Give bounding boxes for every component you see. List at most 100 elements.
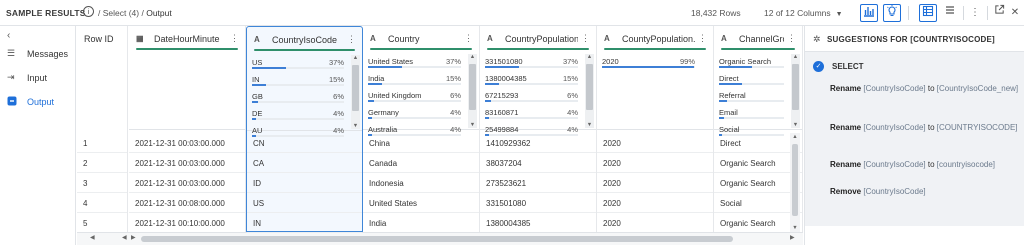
profile-scrollbar[interactable]: ▲ ▼ [791, 54, 800, 128]
table-cell[interactable]: India [363, 213, 479, 233]
table-cell[interactable]: 2021-12-31 00:03:00.000 [129, 173, 245, 193]
scroll-thumb[interactable] [141, 236, 733, 242]
table-cell[interactable]: China [363, 133, 479, 153]
table-cell[interactable]: 331501080 [480, 193, 596, 213]
profile-scrollbar[interactable]: ▲ ▼ [585, 54, 594, 128]
table-cell[interactable]: 1380004385 [480, 213, 596, 233]
scroll-right-icon[interactable]: ▶ [131, 234, 136, 241]
scroll-thumb[interactable] [586, 64, 593, 110]
table-cell[interactable]: 273523621 [480, 173, 596, 193]
column-header[interactable]: ▦ DateHourMinute ⋮ [129, 26, 245, 50]
table-cell[interactable]: ID [247, 173, 362, 193]
grid-icon [922, 5, 934, 17]
table-cell[interactable]: 2020 [597, 153, 713, 173]
column-countrypopulation[interactable]: A CountryPopulation ⋮ 331501080 37% 138000438… [480, 26, 597, 233]
scroll-down-icon[interactable]: ▼ [351, 123, 360, 129]
table-cell[interactable]: IN [247, 213, 362, 233]
column-countryisocode[interactable]: A CountryIsoCode ⋮ US 37% IN 15% GB 6% DE 4% AU 4% ▲ ▼… [246, 26, 363, 233]
column-header[interactable]: Row ID [77, 26, 127, 50]
horizontal-scrollbar[interactable]: ◀ ◀ ▶ ▶ [77, 232, 803, 245]
table-cell[interactable]: 2020 [597, 133, 713, 153]
table-cell[interactable]: Organic Search [714, 153, 802, 173]
scroll-thumb[interactable] [469, 64, 476, 110]
collapse-icon[interactable]: ‹ [7, 30, 10, 41]
table-cell[interactable]: Indonesia [363, 173, 479, 193]
scroll-thumb[interactable] [792, 64, 799, 110]
table-cell[interactable]: Organic Search [714, 173, 802, 193]
columns-dropdown[interactable]: 12 of 12 Columns ▼ [764, 8, 843, 18]
table-cell[interactable]: CA [247, 153, 362, 173]
nav-item-output[interactable]: Output [0, 93, 76, 111]
vertical-scrollbar[interactable]: ▲ ▼ [790, 133, 800, 232]
scroll-thumb[interactable] [792, 144, 798, 216]
suggestion-item[interactable]: Rename [CountryIsoCode] to [COUNTRYISOCO… [830, 122, 1020, 134]
table-cell[interactable]: US [247, 193, 362, 213]
scroll-up-icon[interactable]: ▲ [585, 54, 594, 60]
table-cell[interactable]: 2020 [597, 173, 713, 193]
more-options-icon[interactable]: ⋮ [464, 33, 473, 44]
scroll-left-icon[interactable]: ◀ [122, 234, 127, 241]
table-cell[interactable]: 2021-12-31 00:03:00.000 [129, 133, 245, 153]
suggestion-item[interactable]: Remove [CountryIsoCode] [830, 186, 1020, 198]
scroll-left-icon[interactable]: ◀ [90, 234, 95, 241]
scroll-down-icon[interactable]: ▼ [468, 122, 477, 128]
cell-value: Organic Search [720, 179, 776, 188]
suggestions-button[interactable] [883, 4, 901, 22]
scroll-up-icon[interactable]: ▲ [791, 54, 800, 60]
more-options-icon[interactable]: ⋮ [581, 33, 590, 44]
breadcrumb-path[interactable]: / Select (4) / [98, 8, 144, 18]
profile-value-label: United Kingdom [368, 91, 422, 100]
nav-item-input[interactable]: ⇥ Input [0, 69, 76, 87]
scroll-down-icon[interactable]: ▼ [790, 225, 800, 231]
info-icon[interactable]: i [83, 6, 94, 17]
column-name: CountryIsoCode [272, 35, 338, 45]
column-header[interactable]: A CountryPopulation ⋮ [480, 26, 596, 50]
table-cell[interactable]: 2020 [597, 213, 713, 233]
table-cell[interactable]: 2020 [597, 193, 713, 213]
table-cell[interactable]: CN [247, 133, 362, 153]
table-cell[interactable]: Canada [363, 153, 479, 173]
column-country[interactable]: A Country ⋮ United States 37% India 15% United … [363, 26, 480, 233]
scroll-up-icon[interactable]: ▲ [351, 55, 360, 61]
table-cell[interactable]: 1410929362 [480, 133, 596, 153]
profile-scrollbar[interactable]: ▲ ▼ [468, 54, 477, 128]
profile-value-label: 2020 [602, 57, 619, 66]
profile-bar-fill [719, 83, 742, 85]
profile-scrollbar[interactable]: ▲ ▼ [351, 55, 360, 129]
scroll-down-icon[interactable]: ▼ [791, 122, 800, 128]
column-datehourminute[interactable]: ▦ DateHourMinute ⋮ 2021-12-31 00:03:00.000 2… [129, 26, 246, 233]
table-cell[interactable]: 38037204 [480, 153, 596, 173]
more-options-icon[interactable]: ⋮ [787, 33, 796, 44]
scroll-down-icon[interactable]: ▼ [585, 122, 594, 128]
suggestion-item[interactable]: Rename [CountryIsoCode] to [CountryIsoCo… [830, 83, 1020, 95]
table-cell[interactable]: Organic Search [714, 213, 802, 233]
table-cell[interactable]: 2021-12-31 00:08:00.000 [129, 193, 245, 213]
suggestion-item[interactable]: Rename [CountryIsoCode] to [countryisoco… [830, 159, 1020, 171]
table-cell[interactable]: 2021-12-31 00:03:00.000 [129, 153, 245, 173]
column-countypopulation[interactable]: A CountyPopulation... ⋮ 2020 99% 2020 2020 2020… [597, 26, 714, 233]
scroll-right-icon[interactable]: ▶ [790, 234, 795, 241]
scroll-thumb[interactable] [352, 65, 359, 111]
grid-view-button[interactable] [919, 4, 937, 22]
table-cell[interactable]: Social [714, 193, 802, 213]
column-header[interactable]: A Country ⋮ [363, 26, 479, 50]
list-view-button[interactable] [941, 4, 959, 22]
more-options-button[interactable]: ⋮ [966, 4, 984, 22]
more-options-icon[interactable]: ⋮ [347, 34, 356, 45]
table-cell[interactable]: United States [363, 193, 479, 213]
scroll-up-icon[interactable]: ▲ [790, 134, 800, 140]
more-options-icon[interactable]: ⋮ [698, 33, 707, 44]
column-header[interactable]: A CountryIsoCode ⋮ [247, 27, 362, 51]
scroll-up-icon[interactable]: ▲ [468, 54, 477, 60]
profile-bar [368, 83, 461, 85]
table-cell[interactable]: Direct [714, 133, 802, 153]
column-header[interactable]: A CountyPopulation... ⋮ [597, 26, 713, 50]
column-name: Country [388, 34, 420, 44]
bar-chart-icon [864, 7, 874, 17]
nav-item-messages[interactable]: ☰ Messages [0, 45, 76, 63]
close-button[interactable]: ✕ [1006, 4, 1024, 22]
column-header[interactable]: A ChannelGrouping⋮ [714, 26, 802, 50]
more-options-icon[interactable]: ⋮ [230, 33, 239, 44]
profile-chart-button[interactable] [860, 4, 878, 22]
table-cell[interactable]: 2021-12-31 00:10:00.000 [129, 213, 245, 233]
